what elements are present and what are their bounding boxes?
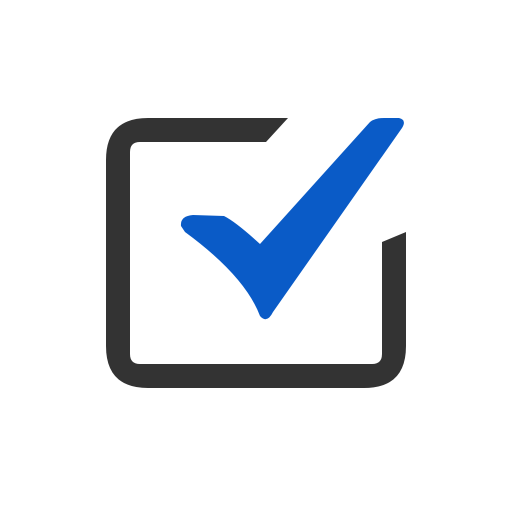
icon-canvas	[0, 0, 512, 512]
check-mark	[180, 118, 404, 320]
checkbox-checked-icon	[106, 118, 406, 388]
